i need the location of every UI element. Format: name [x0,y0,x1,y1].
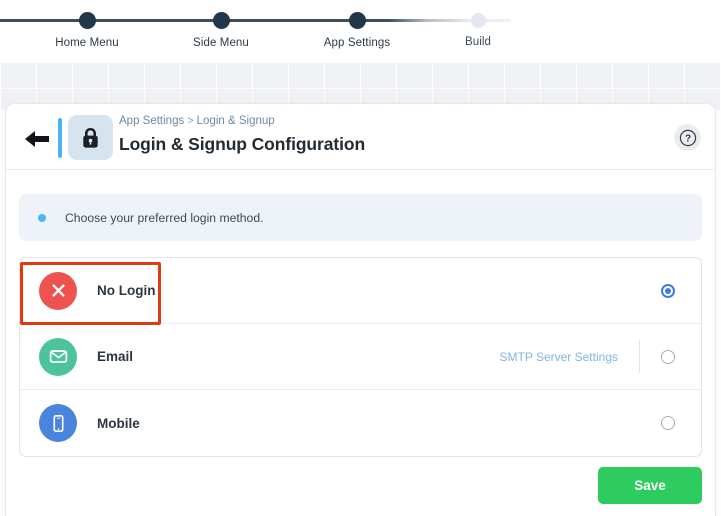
svg-text:?: ? [684,133,690,144]
option-row-mobile[interactable]: Mobile [20,390,701,456]
breadcrumb-separator-icon: > [187,115,194,127]
info-banner-text: Choose your preferred login method. [65,210,264,225]
configuration-card: App Settings > Login & Signup Login & Sign… [6,104,715,516]
smtp-server-settings-link[interactable]: SMTP Server Settings [500,350,619,364]
question-mark-icon[interactable]: ? [674,124,701,151]
option-row-no-login[interactable]: No Login [20,258,701,324]
option-divider-placeholder [639,407,640,440]
step-build[interactable]: Build [418,0,538,48]
radio-no-login[interactable] [661,283,675,298]
option-right-email: SMTP Server Settings [500,324,702,389]
breadcrumb-current: Login & Signup [196,115,275,127]
card-header: App Settings > Login & Signup Login & Sign… [6,104,715,170]
option-label-email: Email [97,349,134,364]
close-circle-icon [39,271,77,310]
login-method-options: No Login Email SMTP Server Settings Mobi… [19,257,702,457]
arrow-left-icon[interactable] [22,128,52,150]
bullet-dot-icon [38,213,46,222]
info-banner: Choose your preferred login method. [19,194,702,241]
breadcrumb-parent[interactable]: App Settings [119,115,184,127]
smartphone-icon [39,404,77,442]
page-title: Login & Signup Configuration [119,134,366,154]
step-app-settings[interactable]: App Settings [297,0,417,49]
progress-stepper: Home Menu Side Menu App Settings Build [0,0,721,62]
option-divider [639,340,640,373]
header-accent-bar [58,118,62,158]
step-label-side-menu: Side Menu [193,37,249,49]
option-label-mobile: Mobile [97,415,140,431]
option-right-mobile [618,390,701,456]
step-dot-app-settings [348,12,366,29]
step-dot-side-menu [212,12,230,29]
radio-mobile[interactable] [661,416,675,430]
step-label-build: Build [464,36,492,48]
step-side-menu[interactable]: Side Menu [161,0,281,49]
option-row-email[interactable]: Email SMTP Server Settings [20,324,701,390]
step-dot-home-menu [78,12,96,29]
app-screen: Home Menu Side Menu App Settings Build A… [0,0,721,516]
step-label-home-menu: Home Menu [55,37,119,49]
background-grid-band [0,62,721,110]
breadcrumb: App Settings > Login & Signup [119,114,365,129]
lock-icon [68,115,113,160]
option-right-no-login [661,258,701,323]
step-label-app-settings: App Settings [323,37,391,49]
radio-email[interactable] [661,349,675,364]
option-label-no-login: No Login [97,283,156,298]
step-dot-build [470,13,486,28]
header-text-group: App Settings > Login & Signup Login & Sign… [119,114,365,155]
save-button[interactable]: Save [598,467,702,504]
envelope-icon [39,337,77,376]
step-home-menu[interactable]: Home Menu [27,0,147,49]
